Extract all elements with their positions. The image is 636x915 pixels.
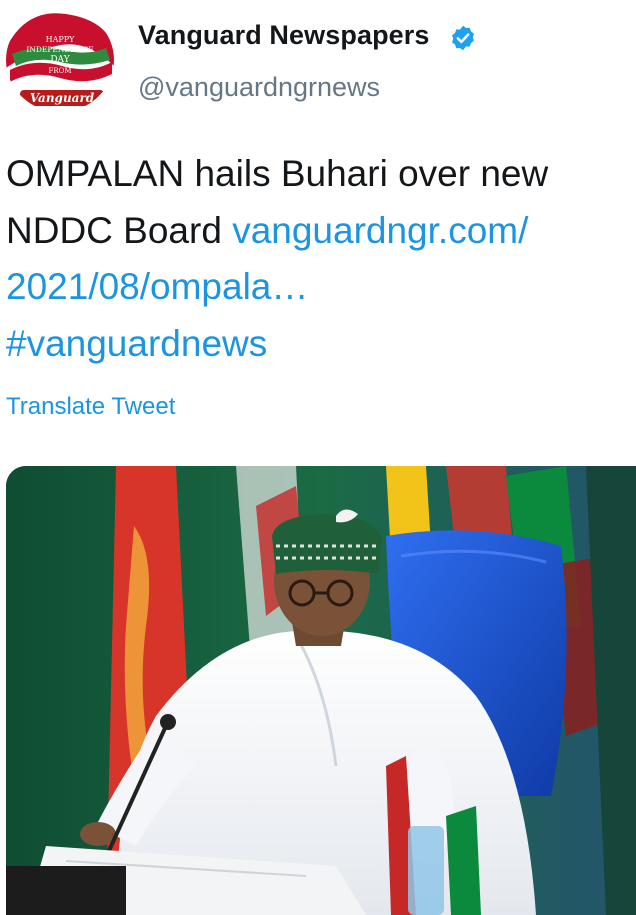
tweet-text-line1: OMPALAN hails Buhari over new xyxy=(6,153,549,194)
svg-text:HAPPY: HAPPY xyxy=(46,35,76,44)
tweet-link-part2[interactable]: 2021/08/ompala… xyxy=(6,266,308,307)
account-handle[interactable]: @vanguardngrnews xyxy=(138,72,380,103)
verified-badge-icon xyxy=(452,25,474,51)
tweet-header: HAPPY INDEPENDENCE DAY FROM Vanguard Van… xyxy=(0,0,636,130)
tweet-link-part1[interactable]: vanguardngr.com/ xyxy=(232,210,528,251)
hashtag-link[interactable]: #vanguardnews xyxy=(6,323,267,364)
avatar-logo-image: HAPPY INDEPENDENCE DAY FROM Vanguard xyxy=(6,8,114,112)
tweet-text: OMPALAN hails Buhari over new NDDC Board… xyxy=(6,146,636,372)
photo-image xyxy=(6,466,636,915)
translate-tweet-button[interactable]: Translate Tweet xyxy=(6,393,175,421)
svg-text:DAY: DAY xyxy=(50,55,70,65)
tweet-text-line2: NDDC Board xyxy=(6,209,233,251)
tweet-media-photo[interactable] xyxy=(6,466,636,915)
svg-text:Vanguard: Vanguard xyxy=(30,91,95,105)
display-name[interactable]: Vanguard Newspapers xyxy=(138,20,430,51)
svg-text:FROM: FROM xyxy=(48,67,71,75)
avatar[interactable]: HAPPY INDEPENDENCE DAY FROM Vanguard xyxy=(6,8,114,112)
svg-text:INDEPENDENCE: INDEPENDENCE xyxy=(26,45,93,54)
